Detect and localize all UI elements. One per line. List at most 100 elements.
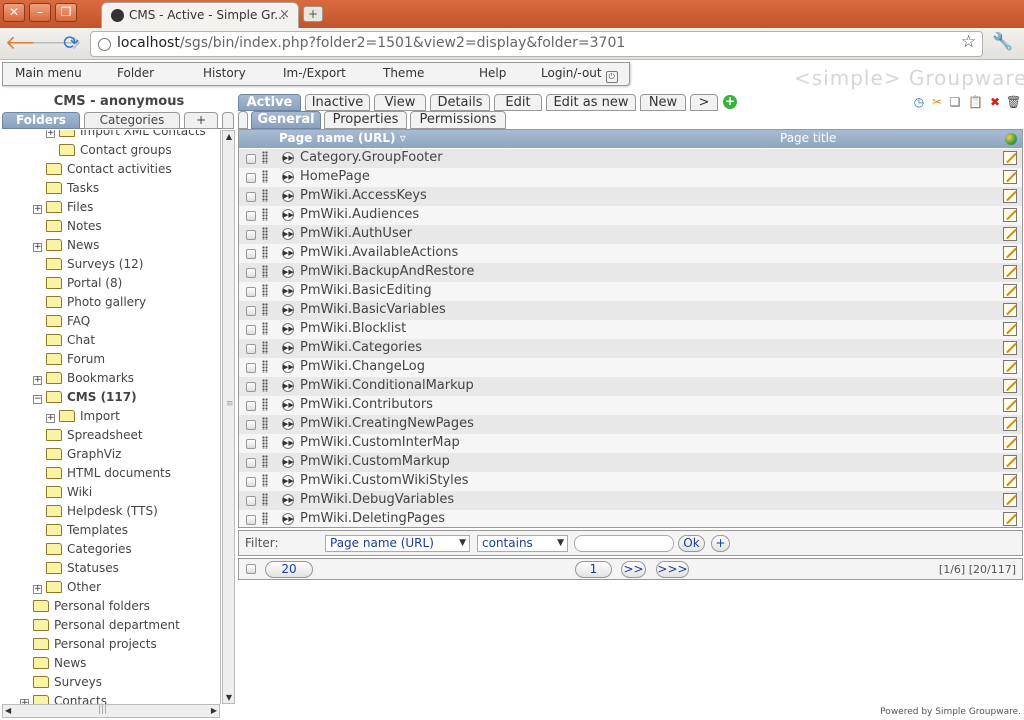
expand-row-icon[interactable]: ▶▶ <box>282 285 294 297</box>
row-checkbox[interactable] <box>246 249 256 259</box>
tree-item[interactable]: + Files <box>33 198 93 217</box>
expand-row-icon[interactable]: ▶▶ <box>282 247 294 259</box>
expand-row-icon[interactable]: ▶▶ <box>282 190 294 202</box>
scroll-right-icon[interactable]: ▶ <box>211 706 217 715</box>
tree-item[interactable]: HTML documents <box>46 464 171 483</box>
drag-handle-icon[interactable] <box>262 208 268 221</box>
table-row[interactable]: ▶▶ HomePage <box>239 168 1022 187</box>
row-checkbox[interactable] <box>246 287 256 297</box>
edit-icon[interactable] <box>1003 379 1017 393</box>
expand-icon[interactable]: + <box>46 414 55 423</box>
menu-login-logout[interactable]: Login/-out ⏻ <box>541 66 618 83</box>
expand-row-icon[interactable]: ▶▶ <box>282 399 294 411</box>
expand-row-icon[interactable]: ▶▶ <box>282 152 294 164</box>
view-tab-details[interactable]: Details <box>430 94 490 111</box>
expand-icon[interactable]: + <box>33 585 42 594</box>
tree-horizontal-scrollbar[interactable]: ◀ ||| ▶ <box>2 704 220 718</box>
menu-folder[interactable]: Folder <box>117 66 154 80</box>
edit-icon[interactable] <box>1003 417 1017 431</box>
row-checkbox[interactable] <box>246 306 256 316</box>
tree-item[interactable]: + Import XML Contacts <box>46 130 206 141</box>
table-row[interactable]: ▶▶ PmWiki.ConditionalMarkup <box>239 377 1022 396</box>
add-item-icon[interactable]: + <box>723 95 737 109</box>
tree-item[interactable]: FAQ <box>46 312 90 331</box>
wrench-menu-icon[interactable]: 🔧 <box>992 32 1013 52</box>
row-checkbox[interactable] <box>246 363 256 373</box>
tree-item[interactable]: Personal folders <box>33 597 150 616</box>
view-tab-inactive[interactable]: Inactive <box>305 94 370 111</box>
row-checkbox[interactable] <box>246 420 256 430</box>
address-bar[interactable]: localhost/sgs/bin/index.php?folder2=1501… <box>90 31 983 57</box>
drag-handle-icon[interactable] <box>262 512 268 525</box>
subtab-general[interactable]: General <box>251 111 321 129</box>
table-row[interactable]: ▶▶ PmWiki.Audiences <box>239 206 1022 225</box>
expand-row-icon[interactable]: ▶▶ <box>282 304 294 316</box>
expand-row-icon[interactable]: ▶▶ <box>282 171 294 183</box>
page-name-cell[interactable]: PmWiki.ConditionalMarkup <box>300 377 474 395</box>
edit-icon[interactable] <box>1003 398 1017 412</box>
edit-icon[interactable] <box>1003 436 1017 450</box>
expand-row-icon[interactable]: ▶▶ <box>282 475 294 487</box>
view-tab-edit-as-new[interactable]: Edit as new <box>546 94 636 111</box>
expand-row-icon[interactable]: ▶▶ <box>282 342 294 354</box>
scroll-up-icon[interactable]: ▲ <box>224 132 234 141</box>
filter-add-button[interactable]: + <box>711 535 730 552</box>
row-checkbox[interactable] <box>246 477 256 487</box>
table-row[interactable]: ▶▶ PmWiki.CustomWikiStyles <box>239 472 1022 491</box>
page-name-cell[interactable]: PmWiki.BasicEditing <box>300 282 432 300</box>
tree-item[interactable]: Templates <box>46 521 128 540</box>
expand-icon[interactable]: + <box>33 205 42 214</box>
history-icon[interactable]: ◷ <box>912 95 926 109</box>
page-name-cell[interactable]: PmWiki.Audiences <box>300 206 419 224</box>
table-row[interactable]: ▶▶ PmWiki.AccessKeys <box>239 187 1022 206</box>
filter-value-input[interactable] <box>574 535 674 552</box>
edit-icon[interactable] <box>1003 474 1017 488</box>
tree-item[interactable]: Chat <box>46 331 95 350</box>
last-page-button[interactable]: >>> <box>656 561 689 578</box>
tree-item[interactable]: Tasks <box>46 179 99 198</box>
tab-categories[interactable]: Categories <box>84 112 180 129</box>
tree-item[interactable]: Personal projects <box>33 635 157 654</box>
edit-icon[interactable] <box>1003 360 1017 374</box>
hscroll-grip-icon[interactable]: ||| <box>98 705 107 715</box>
row-checkbox[interactable] <box>246 154 256 164</box>
row-checkbox[interactable] <box>246 401 256 411</box>
column-page-title[interactable]: Page title <box>780 131 836 145</box>
table-row[interactable]: ▶▶ PmWiki.AuthUser <box>239 225 1022 244</box>
drag-handle-icon[interactable] <box>262 246 268 259</box>
tree-item[interactable]: Contact groups <box>59 141 172 160</box>
edit-icon[interactable] <box>1003 208 1017 222</box>
subtab-permissions[interactable]: Permissions <box>410 111 506 129</box>
drag-handle-icon[interactable] <box>262 227 268 240</box>
window-minimize-button[interactable]: – <box>29 3 51 22</box>
expand-row-icon[interactable]: ▶▶ <box>282 266 294 278</box>
drag-handle-icon[interactable] <box>262 322 268 335</box>
expand-row-icon[interactable]: ▶▶ <box>282 456 294 468</box>
expand-row-icon[interactable]: ▶▶ <box>282 513 294 525</box>
edit-icon[interactable] <box>1003 322 1017 336</box>
filter-operator-select[interactable]: contains ▼ <box>477 535 568 552</box>
edit-icon[interactable] <box>1003 189 1017 203</box>
edit-icon[interactable] <box>1003 170 1017 184</box>
page-size-button[interactable]: 20 <box>265 561 313 578</box>
tree-item[interactable]: Personal department <box>33 616 180 635</box>
menu-theme[interactable]: Theme <box>383 66 424 80</box>
edit-icon[interactable] <box>1003 151 1017 165</box>
tree-item[interactable]: + Import <box>46 407 120 426</box>
page-name-cell[interactable]: PmWiki.BackupAndRestore <box>300 263 474 281</box>
edit-icon[interactable] <box>1003 341 1017 355</box>
page-number-button[interactable]: 1 <box>575 561 612 578</box>
table-row[interactable]: ▶▶ PmWiki.DebugVariables <box>239 491 1022 510</box>
tab-folders[interactable]: Folders <box>2 112 80 129</box>
back-icon[interactable]: 🡐 <box>5 31 56 55</box>
page-name-cell[interactable]: PmWiki.DeletingPages <box>300 510 445 527</box>
filter-ok-button[interactable]: Ok <box>678 535 705 552</box>
drag-handle-icon[interactable] <box>262 493 268 506</box>
table-row[interactable]: ▶▶ PmWiki.DeletingPages <box>239 510 1022 527</box>
tree-item[interactable]: + News <box>33 236 99 255</box>
edit-icon[interactable] <box>1003 455 1017 469</box>
page-name-cell[interactable]: PmWiki.CustomWikiStyles <box>300 472 469 490</box>
row-checkbox[interactable] <box>246 439 256 449</box>
edit-icon[interactable] <box>1003 303 1017 317</box>
window-close-button[interactable]: ✕ <box>3 3 25 22</box>
